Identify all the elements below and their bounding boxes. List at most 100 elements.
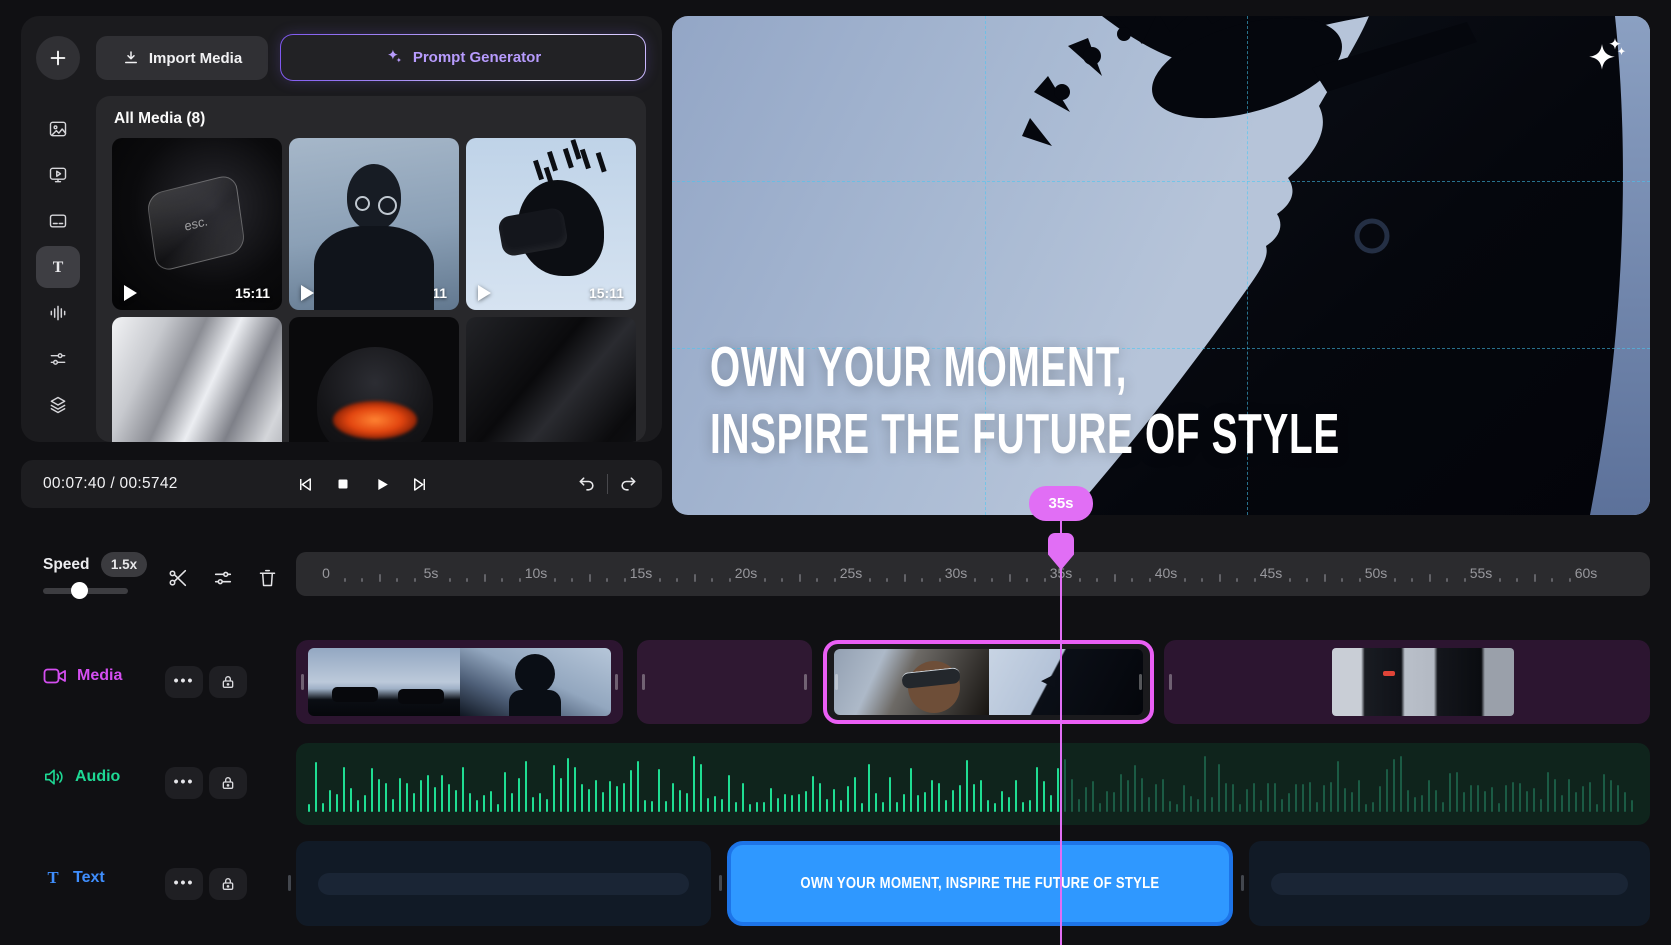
waveform-bar [1218, 764, 1220, 812]
trim-handle-right[interactable] [615, 674, 618, 690]
media-thumbnail[interactable]: 15:11 [466, 138, 636, 310]
ruler-tick [414, 578, 416, 582]
media-thumbnail[interactable]: esc. 15:11 [112, 138, 282, 310]
waveform-bar [756, 802, 758, 812]
rail-item-layers[interactable] [36, 384, 80, 426]
waveform-bar [637, 761, 639, 812]
media-track-menu-button[interactable]: ••• [165, 666, 203, 698]
ruler-tick [379, 574, 381, 582]
trim-handle[interactable] [288, 875, 291, 891]
speed-slider-thumb[interactable] [71, 582, 88, 599]
text-clip[interactable] [296, 841, 711, 926]
ruler-tick [396, 578, 398, 582]
stop-icon [334, 475, 352, 493]
prompt-generator-button[interactable]: Prompt Generator [280, 34, 646, 81]
media-thumbnail[interactable]: 15:11 [289, 138, 459, 310]
ellipsis-icon: ••• [174, 874, 195, 890]
play-button[interactable] [365, 467, 397, 501]
waveform-bar [1582, 786, 1584, 812]
ruler-tick [1411, 578, 1413, 582]
rail-item-adjust[interactable] [36, 338, 80, 380]
waveform-bar [308, 804, 310, 812]
track-name: Text [73, 869, 105, 887]
preview-canvas[interactable]: OWN YOUR MOMENT, INSPIRE THE FUTURE OF S… [672, 16, 1650, 515]
waveform-bar [735, 802, 737, 812]
video-play-icon [48, 165, 68, 185]
trim-handle[interactable] [719, 875, 722, 891]
waveform-bar [896, 802, 898, 812]
playhead-time-bubble[interactable]: 35s [1029, 486, 1093, 521]
trim-handle-left[interactable] [1169, 674, 1172, 690]
delete-clip-button[interactable] [252, 563, 282, 593]
waveform-bar [476, 800, 478, 812]
waveform-bar [630, 770, 632, 812]
rail-item-captions[interactable] [36, 200, 80, 242]
trim-handle-left[interactable] [301, 674, 304, 690]
audio-track-lock-button[interactable] [209, 767, 247, 799]
audio-clip[interactable] [296, 743, 1650, 825]
waveform-bar [679, 790, 681, 812]
text-track-lock-button[interactable] [209, 868, 247, 900]
waveform-bar [413, 793, 415, 812]
waveform-bar [833, 789, 835, 812]
ruler-tick [1219, 574, 1221, 582]
rail-item-video[interactable] [36, 154, 80, 196]
trim-handle-right[interactable] [804, 674, 807, 690]
frame-man-sunglasses [834, 649, 989, 715]
waveform-bar [1057, 768, 1059, 812]
text-clip[interactable] [1249, 841, 1650, 926]
rail-item-image[interactable] [36, 108, 80, 150]
trim-handle[interactable] [1241, 875, 1244, 891]
playback-bar: 00:07:40 / 00:5742 [21, 460, 662, 508]
media-clip[interactable] [637, 640, 812, 724]
layers-icon [48, 395, 68, 415]
waveform-bar [434, 787, 436, 812]
adjust-clip-button[interactable] [208, 563, 238, 593]
add-button[interactable] [36, 36, 80, 80]
waveform-bar [1176, 804, 1178, 812]
media-track-lock-button[interactable] [209, 666, 247, 698]
import-media-button[interactable]: Import Media [96, 36, 268, 80]
timeline-ruler[interactable]: 05s10s15s20s25s30s35s40s45s50s55s60s [296, 552, 1650, 596]
text-track-menu-button[interactable]: ••• [165, 868, 203, 900]
duration-badge: 15:11 [412, 285, 447, 301]
media-thumbnail[interactable] [289, 317, 459, 442]
ellipsis-icon: ••• [174, 672, 195, 688]
undo-button[interactable] [571, 467, 603, 501]
media-thumbnail[interactable] [466, 317, 636, 442]
waveform-bar [938, 783, 940, 812]
rail-item-text[interactable]: T [36, 246, 80, 288]
download-icon [122, 49, 140, 67]
ai-sparkle-icon[interactable] [1586, 36, 1628, 76]
redo-button[interactable] [612, 467, 644, 501]
preview-headline-line2[interactable]: INSPIRE THE FUTURE OF STYLE [710, 406, 1340, 463]
media-clip[interactable] [296, 640, 623, 724]
waveform-bar [1484, 791, 1486, 812]
import-media-label: Import Media [149, 50, 242, 67]
media-thumbnail[interactable] [112, 317, 282, 442]
trash-icon [257, 568, 278, 589]
media-clip[interactable] [1164, 640, 1650, 724]
waveform-bar [672, 783, 674, 812]
stop-button[interactable] [327, 467, 359, 501]
waveform-bar [567, 758, 569, 812]
waveform-bar [875, 793, 877, 812]
waveform-bar [385, 783, 387, 812]
audio-track-menu-button[interactable]: ••• [165, 767, 203, 799]
waveform-bar [903, 794, 905, 812]
preview-headline-line1[interactable]: OWN YOUR MOMENT, [710, 339, 1127, 396]
text-clip-selected[interactable]: OWN YOUR MOMENT, INSPIRE THE FUTURE OF S… [727, 841, 1233, 926]
waveform-bar [1400, 756, 1402, 812]
trim-handle-right[interactable] [1139, 674, 1142, 690]
trim-handle-left[interactable] [642, 674, 645, 690]
trim-handle-left[interactable] [835, 674, 838, 690]
skip-end-button[interactable] [403, 467, 435, 501]
svg-text:T: T [53, 259, 64, 276]
skip-start-button[interactable] [289, 467, 321, 501]
waveform-bar [1239, 804, 1241, 812]
media-clip-selected[interactable] [823, 640, 1154, 724]
glasses-art [355, 196, 370, 211]
rail-item-audio[interactable] [36, 292, 80, 334]
speed-slider[interactable] [43, 588, 128, 594]
split-clip-button[interactable] [163, 563, 193, 593]
